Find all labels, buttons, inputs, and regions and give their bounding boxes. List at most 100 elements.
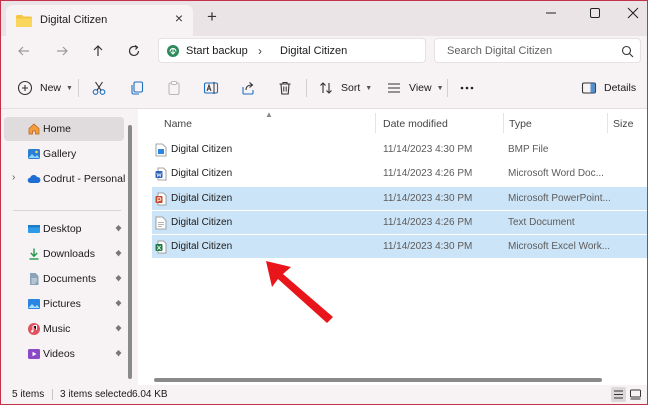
- table-row[interactable]: Digital Citizen 11/14/2023 4:26 PM Micro…: [152, 162, 647, 185]
- file-name: Digital Citizen: [171, 168, 233, 179]
- details-button[interactable]: Details: [581, 79, 636, 97]
- tab-title: Digital Citizen: [40, 14, 108, 26]
- view-icon: [388, 83, 400, 93]
- sidebar-item-label: Home: [43, 123, 72, 135]
- downloads-folder-icon: [29, 248, 39, 260]
- details-label: Details: [604, 82, 637, 94]
- pin-icon[interactable]: [114, 224, 123, 234]
- back-arrow-icon[interactable]: [15, 42, 33, 60]
- view-button[interactable]: View ▼: [386, 79, 444, 97]
- excel-file-icon: [155, 240, 167, 254]
- status-bar: 5 items 3 items selected 6.04 KB: [1, 385, 647, 404]
- folder-icon: [16, 15, 32, 27]
- sidebar-divider: [13, 210, 121, 211]
- file-name: Digital Citizen: [171, 241, 233, 252]
- music-folder-icon: [28, 323, 40, 335]
- column-divider[interactable]: [375, 113, 376, 133]
- clipboard-icon: [168, 81, 180, 96]
- column-divider[interactable]: [503, 113, 504, 133]
- minimize-icon[interactable]: [541, 4, 561, 22]
- file-date: 11/14/2023 4:30 PM: [383, 144, 473, 155]
- more-icon: [460, 86, 474, 90]
- share-button[interactable]: [240, 79, 256, 97]
- status-size: 6.04 KB: [132, 389, 168, 400]
- column-header-name[interactable]: Name: [164, 118, 192, 130]
- pin-icon[interactable]: [114, 249, 123, 259]
- new-label: New: [40, 82, 62, 94]
- sidebar-item-label: Pictures: [43, 298, 81, 310]
- more-options-button[interactable]: [459, 79, 475, 97]
- gallery-icon: [28, 149, 40, 159]
- sidebar-item-label: Downloads: [43, 248, 95, 260]
- chevron-right-icon[interactable]: ›: [258, 44, 262, 58]
- column-header-size[interactable]: Size: [613, 118, 633, 130]
- sidebar-item-label: Music: [43, 323, 71, 335]
- address-bar: Start backup › Digital Citizen Search Di…: [1, 36, 647, 66]
- rename-icon: [203, 82, 219, 94]
- maximize-icon[interactable]: [585, 4, 605, 22]
- sidebar-item-music[interactable]: Music: [4, 317, 124, 341]
- details-view-button[interactable]: [611, 387, 626, 402]
- close-tab-icon[interactable]: ×: [172, 11, 186, 25]
- plus-circle-icon: [17, 80, 33, 96]
- annotation-arrow-icon: [266, 261, 333, 323]
- search-icon[interactable]: [621, 45, 634, 58]
- navigation-pane: Home Gallery › Codrut - Personal Desktop…: [1, 109, 138, 385]
- sidebar-item-onedrive[interactable]: › Codrut - Personal: [4, 167, 125, 191]
- sidebar-item-pictures[interactable]: Pictures: [4, 292, 124, 316]
- file-type: Microsoft PowerPoint...: [508, 193, 611, 204]
- breadcrumb-start-backup[interactable]: Start backup: [186, 45, 248, 57]
- chevron-right-icon[interactable]: ›: [12, 172, 15, 183]
- new-tab-icon[interactable]: +: [204, 8, 220, 25]
- file-date: 11/14/2023 4:30 PM: [383, 241, 473, 252]
- sort-button[interactable]: Sort ▼: [318, 79, 372, 97]
- sidebar-item-desktop[interactable]: Desktop: [4, 217, 124, 241]
- up-arrow-icon[interactable]: [89, 42, 107, 60]
- table-row[interactable]: Digital Citizen 11/14/2023 4:26 PM Text …: [152, 211, 647, 234]
- column-divider[interactable]: [607, 113, 608, 133]
- title-bar: Digital Citizen × +: [1, 1, 647, 36]
- breadcrumb[interactable]: Start backup › Digital Citizen: [158, 38, 426, 63]
- file-date: 11/14/2023 4:26 PM: [383, 217, 473, 228]
- cut-button[interactable]: [91, 79, 107, 97]
- pin-icon[interactable]: [114, 299, 123, 309]
- table-row[interactable]: Digital Citizen 11/14/2023 4:30 PM Micro…: [152, 235, 647, 258]
- paste-button[interactable]: [166, 79, 182, 97]
- breadcrumb-digital-citizen[interactable]: Digital Citizen: [280, 45, 347, 57]
- sidebar-item-documents[interactable]: Documents: [4, 267, 124, 291]
- sidebar-item-videos[interactable]: Videos: [4, 342, 124, 366]
- table-row[interactable]: Digital Citizen 11/14/2023 4:30 PM Micro…: [152, 187, 647, 210]
- refresh-icon[interactable]: [125, 42, 143, 60]
- text-file-icon: [155, 216, 167, 230]
- close-window-icon[interactable]: [623, 4, 643, 22]
- forward-arrow-icon[interactable]: [53, 42, 71, 60]
- horizontal-scrollbar[interactable]: [154, 378, 602, 382]
- copy-button[interactable]: [129, 79, 145, 97]
- file-date: 11/14/2023 4:26 PM: [383, 168, 473, 179]
- search-input[interactable]: Search Digital Citizen: [447, 45, 552, 57]
- sidebar-item-home[interactable]: Home: [4, 117, 124, 141]
- delete-button[interactable]: [277, 79, 293, 97]
- command-bar: New ▼ Sort ▼ View ▼ Details: [1, 66, 647, 109]
- onedrive-cloud-icon: [27, 174, 41, 184]
- tab-digital-citizen[interactable]: Digital Citizen ×: [6, 5, 193, 36]
- pin-icon[interactable]: [114, 274, 123, 284]
- table-row[interactable]: Digital Citizen 11/14/2023 4:30 PM BMP F…: [152, 138, 647, 161]
- sidebar-item-label: Documents: [43, 273, 97, 285]
- chevron-down-icon: ▼: [66, 84, 73, 92]
- column-header-type[interactable]: Type: [509, 118, 532, 130]
- details-pane-icon: [581, 82, 597, 94]
- sidebar-item-downloads[interactable]: Downloads: [4, 242, 124, 266]
- sidebar-item-gallery[interactable]: Gallery: [4, 142, 124, 166]
- sidebar-scrollbar[interactable]: [128, 125, 132, 379]
- new-button[interactable]: New ▼: [17, 79, 73, 97]
- rename-button[interactable]: [203, 79, 219, 97]
- tiles-view-button[interactable]: [628, 387, 643, 402]
- search-box[interactable]: Search Digital Citizen: [434, 38, 641, 63]
- pin-icon[interactable]: [114, 324, 123, 334]
- column-header-date[interactable]: Date modified: [383, 118, 448, 130]
- sort-label: Sort: [341, 82, 361, 94]
- trash-icon: [279, 81, 291, 95]
- file-name: Digital Citizen: [171, 217, 233, 228]
- pin-icon[interactable]: [114, 349, 123, 359]
